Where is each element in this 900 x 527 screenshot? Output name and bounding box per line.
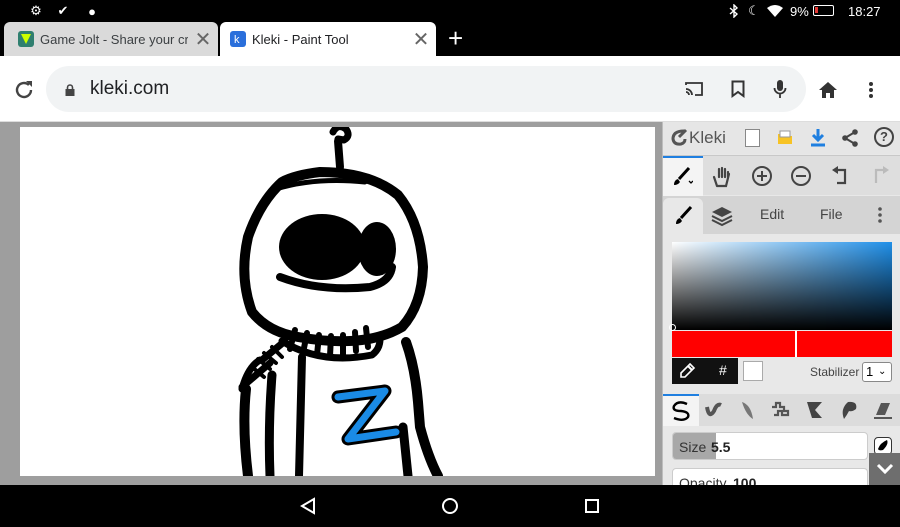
lock-icon [64,83,76,96]
import-folder-icon[interactable] [777,130,793,146]
close-tab-icon[interactable]: ✕ [188,27,218,52]
opacity-value: 100 [733,475,757,485]
game-jolt-favicon-icon [18,31,34,47]
smudge-brush-icon[interactable] [838,399,860,421]
wifi-icon [767,3,783,19]
pixel-brush-icon[interactable] [770,399,792,421]
size-label: Size [679,439,707,455]
panel-tabs: Edit File [663,196,900,234]
size-slider[interactable]: Size 5.5 [672,432,868,460]
help-icon[interactable]: ? [874,127,894,147]
url-text[interactable]: kleki.com [90,78,169,100]
back-icon[interactable] [297,495,319,517]
robot-drawing [238,127,443,476]
new-tab-plus-icon[interactable]: + [448,24,463,52]
color-picker-handle[interactable] [669,324,676,331]
stabilizer-value: 1 [866,364,874,379]
tab-file[interactable]: File [820,206,843,222]
svg-text:k: k [234,34,240,46]
omnibox[interactable]: kleki.com [46,66,806,112]
chemy-brush-icon[interactable] [804,399,826,421]
tab-game-jolt[interactable]: Game Jolt - Share your creat ✕ [4,22,218,56]
kleki-logo-text[interactable]: Kleki [689,128,726,148]
stabilizer-label: Stabilizer [810,365,860,379]
undo-icon[interactable] [831,166,851,186]
clock: 18:27 [848,4,881,19]
cast-icon[interactable] [682,77,706,101]
reload-icon[interactable] [10,76,38,104]
kleki-toolspace: Kleki ? Edit File # Stabilizer 1 ⌄ Size … [662,122,900,485]
home-nav-icon[interactable] [439,495,461,517]
do-not-disturb-moon-icon: ☾ [748,3,760,18]
size-value: 5.5 [711,439,731,455]
brush-types [663,394,900,426]
eraser-icon[interactable] [872,399,894,421]
chat-icon: ● [88,3,96,19]
tab-edit[interactable]: Edit [760,206,784,222]
pen-brush-icon [670,400,692,422]
tab-layers-icon[interactable] [711,205,733,227]
save-download-icon[interactable] [809,128,827,148]
secondary-color-swatch[interactable] [743,361,763,381]
chevron-down-icon [875,459,895,479]
navigation-bar [0,485,900,527]
battery-percent: 9% [790,4,809,19]
tab-title: Game Jolt - Share your creat [40,31,188,47]
home-icon[interactable] [815,77,841,103]
panel-more-icon[interactable] [877,206,885,226]
zoom-out-icon[interactable] [791,166,811,186]
tab-title: Kleki - Paint Tool [252,31,349,47]
tab-strip: Game Jolt - Share your creat ✕ k Kleki -… [0,22,900,56]
redo-icon[interactable] [870,166,890,186]
close-tab-icon[interactable]: ✕ [406,27,436,52]
check-icon: ✔ [57,3,69,18]
hex-input-button[interactable]: # [719,362,727,378]
hue-slider[interactable] [672,331,892,357]
battery-icon [813,5,834,16]
brush-tool-button[interactable] [663,156,703,196]
bluetooth-icon [726,3,742,19]
settings-icon: ⚙ [30,3,42,18]
brush-icon [671,166,694,188]
recents-icon[interactable] [581,495,603,517]
share-icon[interactable] [841,128,859,148]
bookmark-icon[interactable] [726,77,750,101]
chevron-down-icon: ⌄ [878,366,887,377]
kleki-app: Kleki ? Edit File # Stabilizer 1 ⌄ Size … [0,122,900,485]
zoom-in-icon[interactable] [752,166,772,186]
sketchy-brush-icon[interactable] [737,399,759,421]
color-saturation-value-picker[interactable] [669,242,892,331]
pen-brush-button[interactable] [663,394,699,426]
new-image-icon[interactable] [745,129,760,147]
tab-brush[interactable] [663,198,703,234]
kleki-top-bar: Kleki ? [663,122,900,154]
kleki-favicon-icon: k [230,31,246,47]
hue-slider-handle[interactable] [795,331,797,357]
brush-icon [673,205,695,227]
blend-brush-icon[interactable] [703,399,725,421]
drawing-canvas[interactable] [20,127,655,476]
tool-row [663,155,900,196]
hand-tool-icon[interactable] [711,166,733,188]
more-menu-icon[interactable] [858,77,884,103]
opacity-label: Opacity [679,475,727,485]
microphone-icon[interactable] [768,77,792,101]
color-tools: # [672,358,738,384]
eyedropper-icon[interactable] [678,362,696,380]
opacity-slider[interactable]: Opacity 100 [672,468,868,485]
kleki-logo-icon [669,127,689,147]
collapse-panel-button[interactable] [869,453,900,485]
browser-toolbar: kleki.com [0,56,900,122]
tab-kleki[interactable]: k Kleki - Paint Tool ✕ [220,22,436,56]
stabilizer-select[interactable]: 1 ⌄ [862,362,892,382]
status-bar: ⚙ ✔ ● ☾ 9% 18:27 [0,0,900,22]
